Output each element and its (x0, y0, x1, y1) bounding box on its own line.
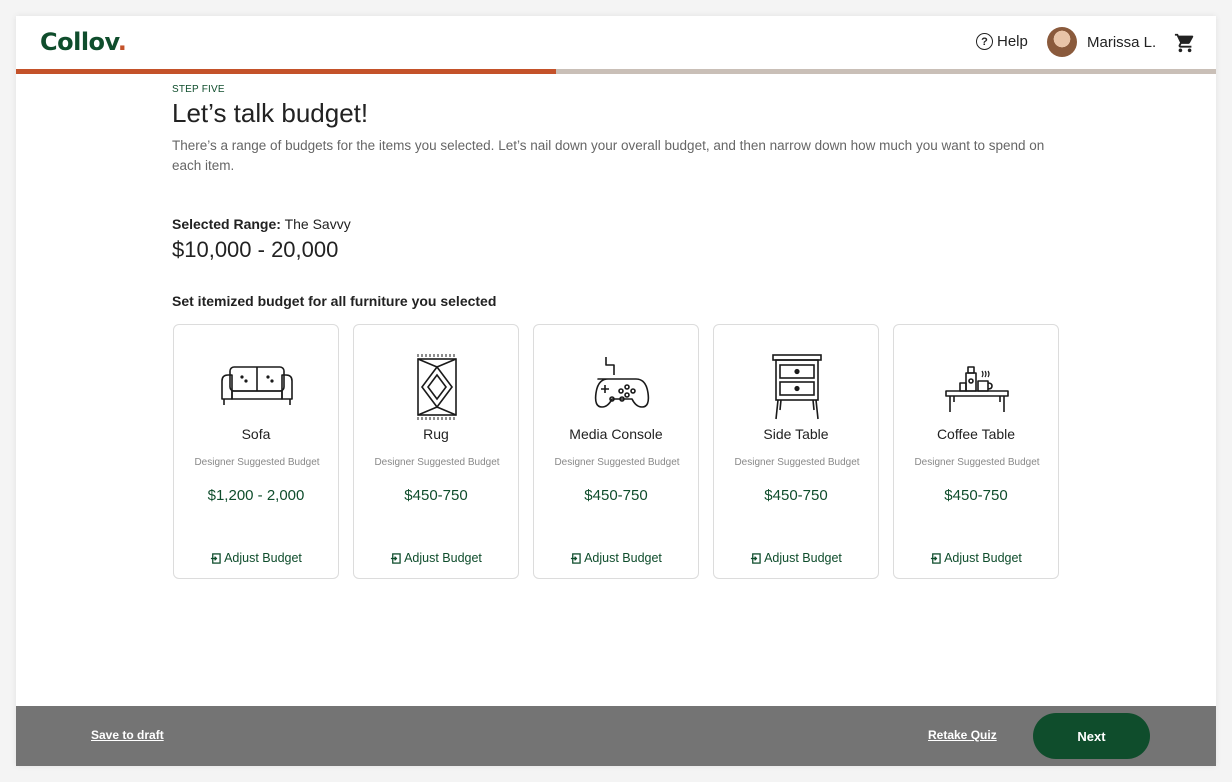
card-name: Media Console (569, 426, 663, 442)
card-subtitle: Designer Suggested Budget (374, 457, 500, 468)
selected-range-value: $10,000 - 20,000 (172, 237, 339, 262)
adjust-icon (750, 552, 761, 564)
cart-icon[interactable] (1174, 32, 1196, 54)
next-button[interactable]: Next (1033, 713, 1150, 759)
selected-range-label: Selected Range: (172, 216, 281, 232)
page-title: Let’s talk budget! (172, 98, 369, 128)
retake-quiz-link[interactable]: Retake Quiz (928, 728, 997, 742)
user-menu[interactable]: Marissa L. (1047, 27, 1156, 57)
logo-dot: . (117, 28, 127, 56)
adjust-icon (210, 552, 221, 564)
budget-card-side-table: Side Table Designer Suggested Budget $45… (713, 324, 879, 579)
card-subtitle: Designer Suggested Budget (554, 457, 680, 468)
card-price: $450-750 (584, 487, 648, 504)
adjust-icon (390, 552, 401, 564)
adjust-budget-label: Adjust Budget (404, 551, 482, 565)
card-price: $450-750 (404, 487, 468, 504)
game-controller-icon (594, 357, 650, 408)
progress-bar (16, 69, 1216, 74)
card-price: $450-750 (944, 487, 1008, 504)
rug-icon (417, 354, 457, 420)
card-subtitle: Designer Suggested Budget (914, 457, 1040, 468)
adjust-budget-label: Adjust Budget (224, 551, 302, 565)
adjust-budget-button[interactable]: Adjust Budget (174, 551, 338, 565)
sofa-icon (221, 366, 293, 405)
selected-range-line: Selected Range: The Savvy (172, 216, 351, 232)
avatar (1047, 27, 1077, 57)
budget-card-media-console: Media Console Designer Suggested Budget … (533, 324, 699, 579)
logo[interactable]: Collov. (40, 28, 127, 56)
adjust-budget-button[interactable]: Adjust Budget (714, 551, 878, 565)
card-name: Coffee Table (936, 426, 1016, 442)
user-name: Marissa L. (1087, 33, 1157, 51)
adjust-budget-button[interactable]: Adjust Budget (534, 551, 698, 565)
card-name: Sofa (241, 426, 271, 442)
card-subtitle: Designer Suggested Budget (734, 457, 860, 468)
step-label: STEP FIVE (172, 84, 225, 95)
adjust-budget-button[interactable]: Adjust Budget (354, 551, 518, 565)
adjust-budget-label: Adjust Budget (584, 551, 662, 565)
card-price: $450-750 (764, 487, 828, 504)
itemized-budget-heading: Set itemized budget for all furniture yo… (172, 293, 497, 309)
progress-fill (16, 69, 556, 74)
logo-text: Collov (40, 28, 118, 56)
question-circle-icon: ? (976, 33, 993, 50)
adjust-icon (570, 552, 581, 564)
card-name: Side Table (763, 426, 829, 442)
adjust-icon (930, 552, 941, 564)
adjust-budget-button[interactable]: Adjust Budget (894, 551, 1058, 565)
card-subtitle: Designer Suggested Budget (194, 457, 320, 468)
page-description: There’s a range of budgets for the items… (172, 138, 1045, 173)
selected-range-name: The Savvy (284, 216, 351, 232)
card-name: Rug (423, 426, 449, 442)
coffee-table-icon (945, 366, 1009, 412)
save-draft-link[interactable]: Save to draft (91, 728, 164, 742)
budget-card-rug: Rug Designer Suggested Budget $450-750 A… (353, 324, 519, 579)
budget-cards: Sofa Designer Suggested Budget $1,200 - … (173, 324, 1059, 579)
app-frame: Collov. ? Help Marissa L. STEP FIVE Let’… (16, 16, 1216, 766)
adjust-budget-label: Adjust Budget (944, 551, 1022, 565)
help-label: Help (997, 33, 1028, 50)
header: Collov. ? Help Marissa L. (16, 16, 1216, 70)
card-price: $1,200 - 2,000 (207, 487, 305, 504)
budget-card-coffee-table: Coffee Table Designer Suggested Budget $… (893, 324, 1059, 579)
help-link[interactable]: ? Help (976, 33, 1028, 50)
side-table-icon (772, 354, 822, 420)
adjust-budget-label: Adjust Budget (764, 551, 842, 565)
budget-card-sofa: Sofa Designer Suggested Budget $1,200 - … (173, 324, 339, 579)
footer-bar: Save to draft Retake Quiz Next (16, 706, 1216, 766)
